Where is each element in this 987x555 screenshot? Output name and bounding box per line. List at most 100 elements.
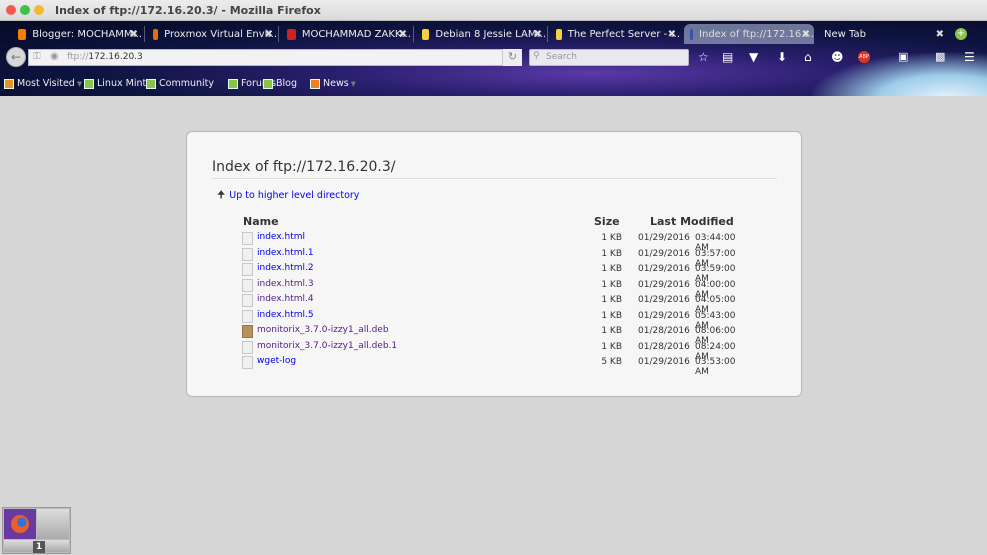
file-size: 1 KB — [601, 326, 622, 336]
workspace-switcher[interactable]: 1 — [2, 507, 71, 554]
bookmark-item[interactable]: Blog — [263, 78, 297, 89]
file-date: 01/29/2016 — [638, 357, 690, 367]
screenshot-icon[interactable]: ▩ — [935, 50, 945, 63]
file-row: index.html.3 1 KB 01/29/2016 04:00:00 AM — [242, 278, 752, 300]
tab-separator — [278, 26, 279, 42]
chat-icon[interactable]: ☻ — [831, 50, 844, 64]
tab[interactable]: Debian 8 Jessie LAM... ✖ — [416, 24, 546, 44]
file-icon — [242, 294, 253, 307]
bookmark-item[interactable]: Linux Mint — [84, 78, 146, 89]
monitor-icon — [690, 28, 694, 40]
proxmox-icon — [153, 28, 159, 40]
file-link[interactable]: index.html.2 — [257, 263, 314, 273]
column-header-name[interactable]: Name — [243, 215, 279, 228]
arrow-up-icon: 🠉 — [217, 190, 226, 201]
extension-icon[interactable]: ▣ — [898, 50, 908, 63]
tab-label: MOCHAMMAD ZAKK... — [301, 28, 411, 40]
close-tab-icon[interactable]: ✖ — [399, 29, 407, 40]
column-header-modified[interactable]: Last Modified — [650, 215, 734, 228]
file-date: 01/28/2016 — [638, 326, 690, 336]
file-row: index.html.2 1 KB 01/29/2016 03:59:00 AM — [242, 262, 752, 284]
firefox-icon[interactable] — [4, 509, 36, 539]
file-date: 01/28/2016 — [638, 341, 690, 352]
file-row: index.html.5 1 KB 01/29/2016 05:43:00 AM — [242, 309, 752, 331]
up-directory-link[interactable]: 🠉 Up to higher level directory — [217, 188, 359, 205]
file-size: 5 KB — [601, 357, 622, 367]
file-link[interactable]: monitorix_3.7.0-izzy1_all.deb.1 — [257, 341, 397, 351]
file-row: wget-log 5 KB 01/29/2016 03:53:00 AM — [242, 355, 752, 377]
file-date: 01/29/2016 — [638, 233, 690, 243]
file-link[interactable]: index.html.5 — [257, 310, 314, 320]
reading-list-icon[interactable]: ▤ — [722, 50, 733, 64]
tab-separator — [413, 26, 414, 42]
adblock-icon[interactable]: ABP — [858, 51, 870, 63]
globe-icon: ◉ — [50, 51, 59, 62]
file-date: 01/29/2016 — [638, 279, 690, 290]
bookmark-item[interactable]: News ▼ — [310, 78, 356, 89]
tab[interactable]: Index of ftp://172.16.... ✖ — [684, 24, 814, 44]
nav-bar: ftp://172.16.20.3 ← ⚿ ◉ ↻ Search ⚲ ☆ ▤ ▼… — [0, 46, 987, 70]
close-tab-icon[interactable]: ✖ — [936, 29, 944, 40]
download-icon[interactable]: ⬇ — [777, 50, 787, 64]
close-tab-icon[interactable]: ✖ — [130, 29, 138, 40]
close-tab-icon[interactable]: ✖ — [668, 29, 676, 40]
zotero-icon — [287, 28, 296, 40]
bookmark-label: Blog — [276, 78, 297, 89]
bookmark-star-icon[interactable]: ☆ — [698, 50, 709, 64]
page-title: Index of ftp://172.16.20.3/ — [212, 159, 777, 179]
tab[interactable]: New Tab ✖ — [818, 24, 948, 44]
close-tab-icon[interactable]: ✖ — [534, 29, 542, 40]
lightbulb-icon — [556, 28, 562, 40]
tab-label: Proxmox Virtual Envi... — [164, 28, 277, 40]
tab[interactable]: Blogger: MOCHAMM... ✖ — [12, 24, 142, 44]
reload-button[interactable]: ↻ — [502, 49, 522, 66]
file-link[interactable]: monitorix_3.7.0-izzy1_all.deb — [257, 325, 389, 335]
file-row: index.html.4 1 KB 01/29/2016 04:05:00 AM — [242, 293, 752, 315]
file-size: 1 KB — [601, 341, 622, 352]
file-link[interactable]: index.html.4 — [257, 294, 314, 304]
tab-label: Index of ftp://172.16.... — [699, 28, 814, 40]
file-size: 1 KB — [601, 264, 622, 274]
file-size: 1 KB — [601, 279, 622, 290]
file-size: 1 KB — [601, 248, 622, 259]
tab-label: Debian 8 Jessie LAM... — [435, 28, 546, 40]
bookmark-item[interactable]: Most Visited ▼ — [4, 78, 82, 89]
file-icon — [242, 232, 253, 245]
bookmark-item[interactable]: Community — [146, 78, 214, 89]
file-icon — [242, 278, 253, 292]
column-header-size[interactable]: Size — [594, 215, 620, 228]
package-icon — [242, 325, 253, 338]
file-link[interactable]: index.html.3 — [257, 279, 314, 289]
lightbulb-icon — [422, 28, 430, 40]
search-input[interactable]: Search — [529, 49, 689, 66]
dropdown-icon: ▼ — [350, 79, 357, 88]
pocket-icon[interactable]: ▼ — [749, 50, 758, 64]
minimize-window-button[interactable] — [34, 5, 44, 15]
tab[interactable]: MOCHAMMAD ZAKK... ✖ — [281, 24, 411, 44]
tab-separator — [547, 26, 548, 42]
file-row: index.html.1 1 KB 01/29/2016 03:57:00 AM — [242, 247, 752, 269]
close-window-button[interactable] — [6, 5, 16, 15]
bookmark-label: News — [323, 78, 349, 89]
file-icon — [242, 309, 253, 323]
file-date: 01/29/2016 — [638, 310, 690, 321]
new-tab-button[interactable]: + — [955, 24, 967, 44]
menu-icon[interactable]: ☰ — [964, 50, 975, 64]
tab[interactable]: The Perfect Server - ... ✖ — [550, 24, 680, 44]
home-icon[interactable]: ⌂ — [804, 50, 812, 64]
file-time: 03:53:00 AM — [695, 357, 736, 377]
file-link[interactable]: index.html — [257, 232, 305, 242]
back-button[interactable]: ← — [6, 47, 26, 67]
bookmark-label: Linux Mint — [97, 78, 147, 89]
title-bar: Index of ftp://172.16.20.3/ - Mozilla Fi… — [0, 0, 987, 21]
url-bar[interactable]: ftp://172.16.20.3 — [28, 49, 522, 66]
maximize-window-button[interactable] — [20, 5, 30, 15]
close-tab-icon[interactable]: ✖ — [265, 29, 273, 40]
workspace-number: 1 — [33, 541, 45, 553]
file-size: 1 KB — [601, 310, 622, 321]
file-link[interactable]: wget-log — [257, 356, 296, 366]
file-link[interactable]: index.html.1 — [257, 248, 314, 258]
file-row: monitorix_3.7.0-izzy1_all.deb 1 KB 01/28… — [242, 324, 752, 346]
close-tab-icon[interactable]: ✖ — [802, 29, 810, 40]
tab[interactable]: Proxmox Virtual Envi... ✖ — [147, 24, 277, 44]
